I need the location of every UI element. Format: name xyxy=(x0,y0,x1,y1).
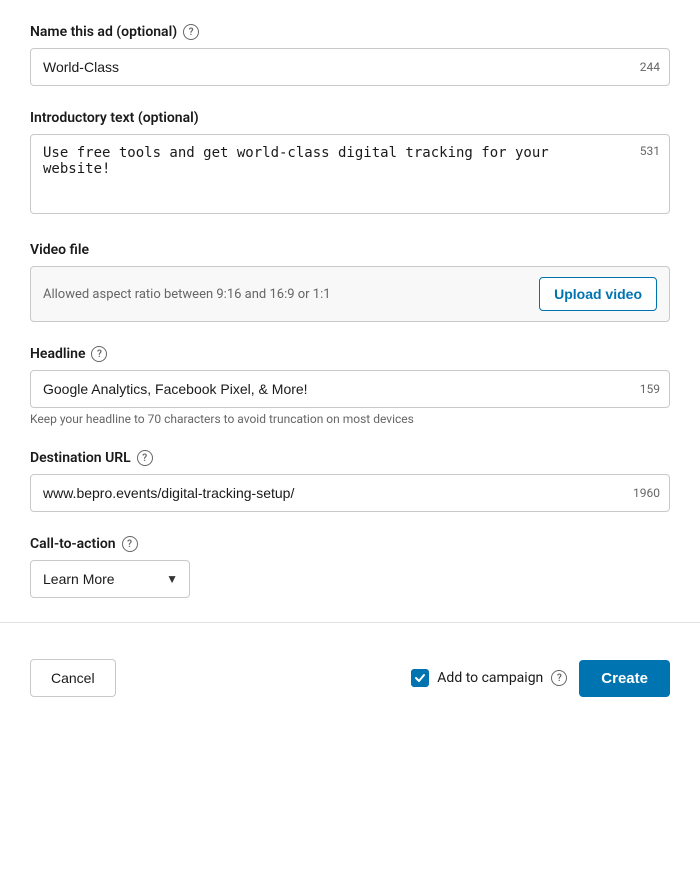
upload-video-button[interactable]: Upload video xyxy=(539,277,657,311)
ad-name-help-icon[interactable]: ? xyxy=(183,24,199,40)
video-upload-hint: Allowed aspect ratio between 9:16 and 16… xyxy=(43,287,331,302)
footer-right: Add to campaign ? Create xyxy=(411,660,670,697)
intro-text-label: Introductory text (optional) xyxy=(30,110,670,126)
destination-url-group: Destination URL ? 1960 xyxy=(30,450,670,512)
headline-input[interactable] xyxy=(30,370,670,408)
form-container: Name this ad (optional) ? 244 Introducto… xyxy=(0,0,700,598)
intro-text-label-text: Introductory text (optional) xyxy=(30,110,199,126)
intro-text-char-count: 531 xyxy=(640,144,660,158)
destination-url-label: Destination URL ? xyxy=(30,450,670,466)
call-to-action-select-wrapper: Learn More Sign Up Register Download Get… xyxy=(30,560,190,598)
headline-label: Headline ? xyxy=(30,346,670,362)
headline-group: Headline ? 159 Keep your headline to 70 … xyxy=(30,346,670,426)
destination-url-input-wrapper: 1960 xyxy=(30,474,670,512)
destination-url-input[interactable] xyxy=(30,474,670,512)
headline-input-wrapper: 159 xyxy=(30,370,670,408)
call-to-action-help-icon[interactable]: ? xyxy=(122,536,138,552)
video-file-label-text: Video file xyxy=(30,242,89,258)
add-to-campaign-checkbox[interactable] xyxy=(411,669,429,687)
destination-url-help-icon[interactable]: ? xyxy=(137,450,153,466)
add-campaign-help-icon[interactable]: ? xyxy=(551,670,567,686)
cancel-button[interactable]: Cancel xyxy=(30,659,116,697)
call-to-action-label-text: Call-to-action xyxy=(30,536,116,552)
call-to-action-select[interactable]: Learn More Sign Up Register Download Get… xyxy=(30,560,190,598)
ad-name-label-text: Name this ad (optional) xyxy=(30,24,177,40)
headline-char-count: 159 xyxy=(640,382,660,396)
ad-name-group: Name this ad (optional) ? 244 xyxy=(30,24,670,86)
ad-name-input-wrapper: 244 xyxy=(30,48,670,86)
intro-text-wrapper: 531 xyxy=(30,134,670,218)
call-to-action-label: Call-to-action ? xyxy=(30,536,670,552)
footer: Cancel Add to campaign ? Create xyxy=(0,643,700,717)
video-file-label: Video file xyxy=(30,242,670,258)
ad-name-label: Name this ad (optional) ? xyxy=(30,24,670,40)
destination-url-label-text: Destination URL xyxy=(30,450,131,466)
footer-divider xyxy=(0,622,700,623)
ad-name-input[interactable] xyxy=(30,48,670,86)
intro-text-input[interactable] xyxy=(30,134,670,214)
call-to-action-group: Call-to-action ? Learn More Sign Up Regi… xyxy=(30,536,670,598)
video-upload-box: Allowed aspect ratio between 9:16 and 16… xyxy=(30,266,670,322)
add-campaign-wrapper: Add to campaign ? xyxy=(411,669,567,687)
create-button[interactable]: Create xyxy=(579,660,670,697)
intro-text-group: Introductory text (optional) 531 xyxy=(30,110,670,218)
video-file-group: Video file Allowed aspect ratio between … xyxy=(30,242,670,322)
headline-label-text: Headline xyxy=(30,346,85,362)
ad-name-char-count: 244 xyxy=(640,60,660,74)
headline-hint: Keep your headline to 70 characters to a… xyxy=(30,412,670,426)
headline-help-icon[interactable]: ? xyxy=(91,346,107,362)
add-to-campaign-label: Add to campaign xyxy=(437,670,543,686)
destination-url-char-count: 1960 xyxy=(633,486,660,500)
